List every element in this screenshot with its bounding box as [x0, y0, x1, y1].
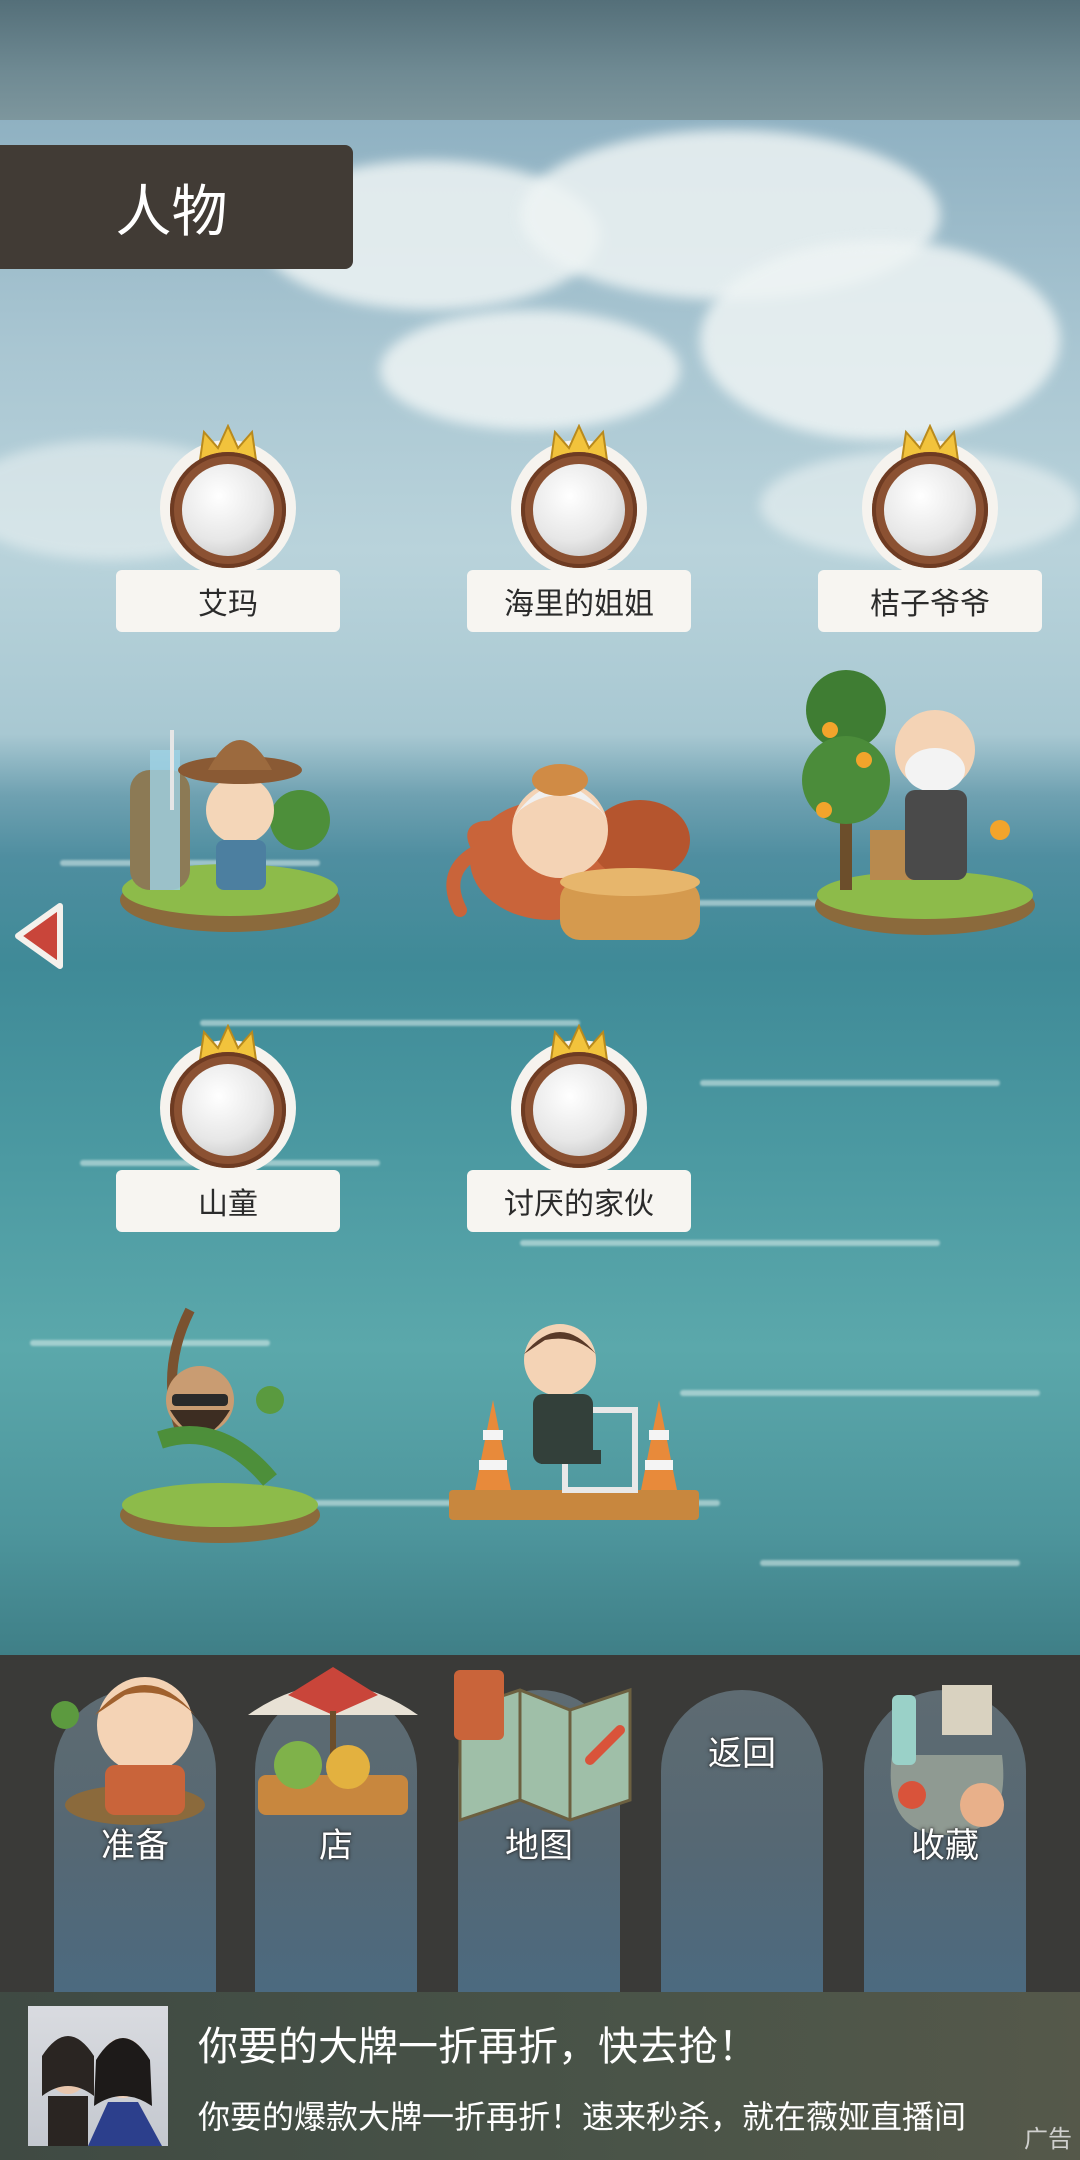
ad-description: 你要的爆款大牌一折再折！速来秒杀，就在薇娅直播间: [198, 2098, 967, 2136]
menu-label-prepare: 准备: [101, 1826, 169, 1866]
orange-grandpa-figure[interactable]: [800, 640, 1050, 950]
shantong-figure[interactable]: [100, 1290, 330, 1550]
medal-icon: [160, 1024, 296, 1176]
menu-label-shop: 店: [319, 1826, 353, 1866]
previous-page-arrow-icon[interactable]: [12, 900, 68, 972]
map-icon: [454, 1670, 632, 1823]
sea-sister-figure[interactable]: [440, 750, 710, 960]
top-strip: [0, 0, 1080, 120]
medal-icon: [511, 1024, 647, 1176]
character-name: 山童: [116, 1170, 340, 1232]
character-card-sea-sister[interactable]: 海里的姐姐: [467, 424, 691, 632]
character-card-orange-grandpa[interactable]: 桔子爷爷: [818, 424, 1042, 632]
menu-label-map: 地图: [505, 1826, 573, 1866]
ad-banner[interactable]: 你要的大牌一折再折，快去抢！ 你要的爆款大牌一折再折！速来秒杀，就在薇娅直播间 …: [0, 1992, 1080, 2160]
character-card-shantong[interactable]: 山童: [116, 1024, 340, 1232]
character-card-emma[interactable]: 艾玛: [116, 424, 340, 632]
menu-label-collection: 收藏: [911, 1826, 979, 1866]
medal-icon: [160, 424, 296, 576]
ad-tag: 广告: [1024, 2125, 1072, 2153]
menu-label-back: 返回: [708, 1734, 776, 1774]
page-title-box: 人物: [0, 145, 353, 269]
collection-bag-icon: [890, 1685, 1004, 1835]
ad-image: [28, 2006, 168, 2146]
page-title: 人物: [115, 179, 228, 245]
character-name: 讨厌的家伙: [467, 1170, 691, 1232]
annoying-guy-figure[interactable]: [445, 1310, 705, 1540]
character-name: 桔子爷爷: [818, 570, 1042, 632]
ad-title: 你要的大牌一折再折，快去抢！: [198, 2024, 758, 2070]
shop-stall-icon: [248, 1667, 418, 1815]
medal-icon: [862, 424, 998, 576]
character-name: 艾玛: [116, 570, 340, 632]
character-card-annoying-guy[interactable]: 讨厌的家伙: [467, 1024, 691, 1232]
emma-figure[interactable]: [90, 690, 350, 950]
prepare-character-icon: [51, 1677, 205, 1825]
medal-icon: [511, 424, 647, 576]
character-name: 海里的姐姐: [467, 570, 691, 632]
